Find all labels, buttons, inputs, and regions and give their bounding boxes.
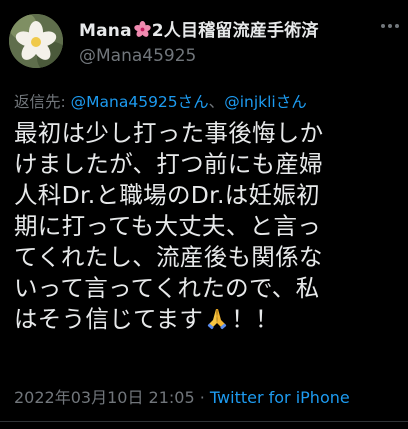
source-link[interactable]: Twitter for iPhone — [210, 388, 350, 407]
divider — [0, 421, 408, 422]
reply-to-line: 返信先: @Mana45925さん、@injkliさん — [14, 90, 307, 112]
tweet-text-line: 最初は少し打った事後悔しか — [14, 119, 324, 147]
tweet-text-line: てくれたし、流産後も関係な — [14, 243, 323, 271]
avatar-image — [9, 14, 63, 68]
reply-user-link-1[interactable]: @Mana45925さん — [71, 93, 209, 111]
user-handle[interactable]: @Mana45925 — [79, 46, 196, 66]
tweet-meta: 2022年03月10日 21:05 · Twitter for iPhone — [14, 384, 350, 408]
reply-separator: 、 — [208, 93, 225, 111]
display-name-part1: Mana — [79, 21, 132, 41]
display-name[interactable]: Mana 2人目稽留流産手術済 — [79, 16, 319, 41]
timestamp[interactable]: 2022年03月10日 21:05 — [14, 388, 195, 407]
meta-separator: · — [194, 388, 210, 407]
display-name-part2: 2人目稽留流産手術済 — [151, 21, 319, 41]
tweet-text-line: 人科Dr.と職場のDr.は妊娠初 — [14, 181, 320, 209]
tweet-text-line: いって言ってくれたので、私 — [14, 274, 320, 302]
reply-user-link-2[interactable]: @injkliさん — [224, 93, 307, 111]
reply-prefix: 返信先: — [14, 93, 71, 111]
last-line-end: ！！ — [231, 305, 279, 333]
tweet-text: 最初は少し打った事後悔しか けましたが、打つ前にも産婦 人科Dr.と職場のDr.… — [14, 118, 404, 335]
tweet: Mana 2人目稽留流産手術済 @Mana45925 返信先: @Mana459… — [0, 0, 408, 429]
tweet-text-line: 期に打っても大丈夫、と言っ — [14, 212, 322, 240]
hibiscus-icon — [134, 21, 151, 37]
last-line-start: はそう信じてます — [14, 305, 204, 333]
more-options-icon[interactable] — [381, 22, 403, 30]
tweet-text-last-line: はそう信じてます ！！ — [14, 304, 404, 335]
avatar[interactable] — [9, 14, 63, 68]
folded-hands-icon — [208, 309, 227, 330]
tweet-text-line: けましたが、打つ前にも産婦 — [14, 150, 323, 178]
